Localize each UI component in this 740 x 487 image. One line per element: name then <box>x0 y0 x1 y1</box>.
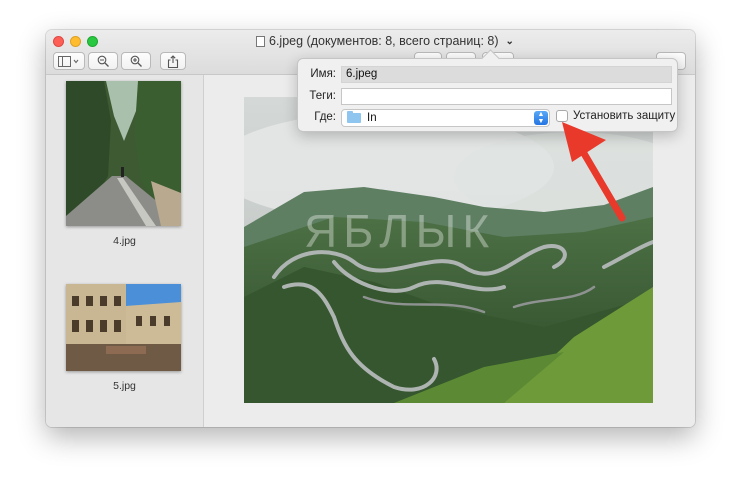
annotation-arrow-icon <box>562 122 626 222</box>
where-dropdown[interactable]: In ▲ ▼ <box>341 109 550 127</box>
tags-label: Теги: <box>309 90 336 102</box>
zoom-in-button[interactable] <box>121 52 151 70</box>
zoom-out-icon <box>97 55 109 67</box>
thumbnail-sidebar[interactable]: 4.jpg 5.jpg <box>46 75 204 427</box>
dropdown-stepper-icon[interactable]: ▲ ▼ <box>534 111 548 125</box>
share-icon <box>167 54 179 68</box>
window-title[interactable]: 6.jpeg (документов: 8, всего страниц: 8)… <box>256 33 514 49</box>
zoom-window-button[interactable] <box>87 36 98 47</box>
where-value: In <box>367 112 377 124</box>
zoom-out-button[interactable] <box>88 52 118 70</box>
where-label: Где: <box>314 111 336 123</box>
zoom-in-icon <box>130 55 142 67</box>
thumbnail-5[interactable] <box>66 284 181 371</box>
thumbnail-4[interactable] <box>66 81 181 226</box>
thumbnail-label: 5.jpg <box>113 380 136 392</box>
folder-icon <box>347 111 361 123</box>
thumbnail-image-5 <box>66 284 181 371</box>
sidebar-toggle-button[interactable] <box>53 52 85 70</box>
close-window-button[interactable] <box>53 36 64 47</box>
thumbnail-image-4 <box>66 81 181 226</box>
name-label: Имя: <box>310 68 336 80</box>
document-icon <box>256 35 265 47</box>
minimize-window-button[interactable] <box>70 36 81 47</box>
watermark-text: ЯБЛЫК <box>304 205 495 257</box>
sidebar-icon <box>58 55 79 67</box>
thumbnail-label: 4.jpg <box>113 235 136 247</box>
window-title-text: 6.jpeg (документов: 8, всего страниц: 8) <box>269 34 499 48</box>
tags-field[interactable] <box>341 88 672 105</box>
share-button[interactable] <box>160 52 186 70</box>
name-field[interactable]: 6.jpeg <box>341 66 672 83</box>
chevron-down-icon[interactable]: ⌄ <box>506 36 514 47</box>
